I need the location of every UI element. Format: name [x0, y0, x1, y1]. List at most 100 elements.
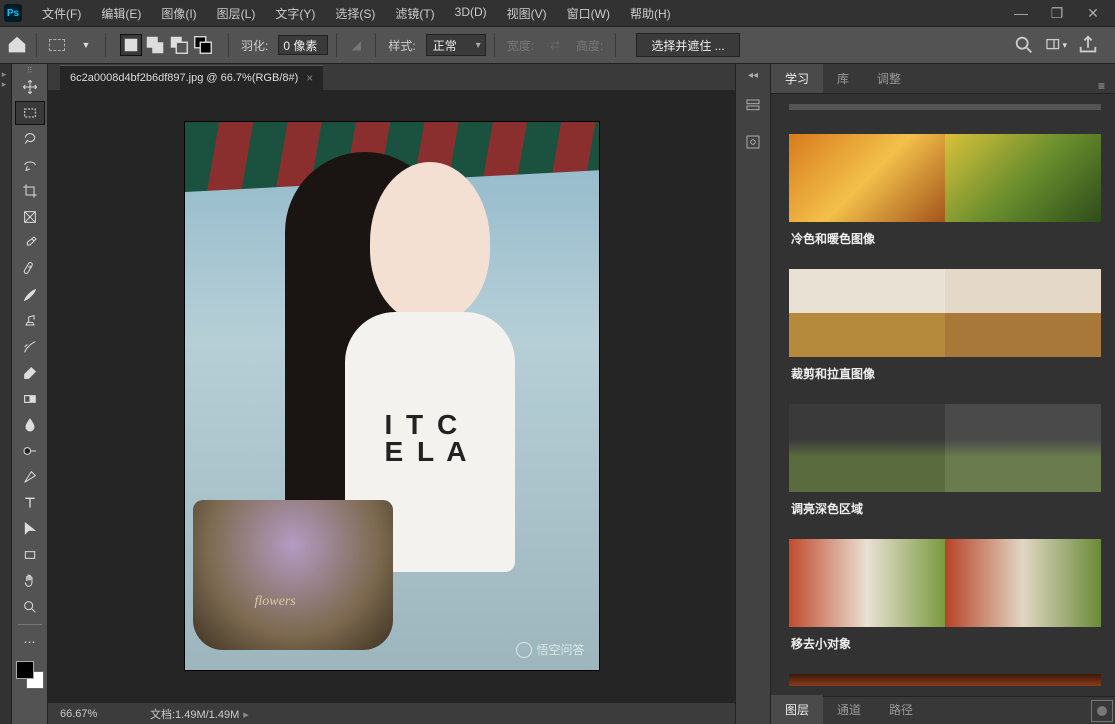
- gradient-tool[interactable]: [15, 387, 45, 411]
- learn-card[interactable]: 移去小对象: [789, 539, 1101, 660]
- pen-tool[interactable]: [15, 465, 45, 489]
- antialias-icon[interactable]: ◢: [345, 34, 367, 56]
- collapse-panels-icon[interactable]: ◂◂: [748, 70, 758, 81]
- doc-size-info[interactable]: 文档:1.49M/1.49M▸: [150, 706, 249, 722]
- type-tool[interactable]: [15, 491, 45, 515]
- app-logo: Ps: [4, 4, 22, 22]
- close-window-button[interactable]: ✕: [1075, 3, 1111, 23]
- history-brush-tool[interactable]: [15, 335, 45, 359]
- menu-view[interactable]: 视图(V): [497, 1, 557, 26]
- search-icon[interactable]: [1013, 34, 1035, 56]
- menu-window[interactable]: 窗口(W): [557, 1, 620, 26]
- menu-help[interactable]: 帮助(H): [620, 1, 681, 26]
- selection-mode-group: [114, 27, 220, 63]
- tab-layers[interactable]: 图层: [771, 695, 823, 724]
- zoom-level[interactable]: 66.67%: [60, 708, 130, 720]
- learn-card[interactable]: [789, 674, 1101, 686]
- toolbox-grip[interactable]: ⠿: [12, 66, 47, 74]
- marquee-tool[interactable]: [15, 101, 45, 125]
- learn-card[interactable]: 裁剪和拉直图像: [789, 269, 1101, 390]
- watermark: 悟空问答: [516, 641, 584, 658]
- tab-libraries[interactable]: 库: [823, 64, 863, 93]
- toolbox: ⠿ ⋯: [12, 64, 48, 724]
- chevron-down-icon[interactable]: ▼: [75, 34, 97, 56]
- tab-paths[interactable]: 路径: [875, 695, 927, 724]
- frame-tool[interactable]: [15, 205, 45, 229]
- document-tabs: 6c2a0008d4bf2b6df897.jpg @ 66.7%(RGB/8#)…: [48, 64, 735, 90]
- canvas[interactable]: I T CE L A flowers 悟空问答: [185, 122, 599, 670]
- lasso-tool[interactable]: [15, 127, 45, 151]
- height-label: 高度:: [572, 37, 607, 54]
- crop-tool[interactable]: [15, 179, 45, 203]
- dodge-tool[interactable]: [15, 439, 45, 463]
- eraser-tool[interactable]: [15, 361, 45, 385]
- main-area: ▸▸ ⠿ ⋯ 6c2a0008d4b: [0, 64, 1115, 724]
- bottom-panel-tabs: 图层 通道 路径: [771, 696, 1115, 724]
- feather-input[interactable]: [278, 35, 328, 55]
- menu-select[interactable]: 选择(S): [325, 1, 385, 26]
- canvas-viewport[interactable]: I T CE L A flowers 悟空问答: [48, 90, 735, 702]
- clone-stamp-tool[interactable]: [15, 309, 45, 333]
- select-and-mask-button[interactable]: 选择并遮住 ...: [636, 33, 739, 57]
- right-collapsed-gutter: ◂◂: [735, 64, 771, 724]
- options-bar: ▼ 羽化: ◢ 样式: 正常 宽度: ⇄ 高度: 选择并遮住 ... ▾: [0, 26, 1115, 64]
- healing-brush-tool[interactable]: [15, 257, 45, 281]
- foreground-color-swatch[interactable]: [16, 661, 34, 679]
- zoom-tool[interactable]: [15, 595, 45, 619]
- card-title: 移去小对象: [789, 627, 1101, 660]
- menubar: 文件(F) 编辑(E) 图像(I) 图层(L) 文字(Y) 选择(S) 滤镜(T…: [32, 1, 681, 26]
- intersect-selection-icon[interactable]: [192, 34, 214, 56]
- edit-toolbar-icon[interactable]: ⋯: [15, 630, 45, 654]
- gutter-expand-icon[interactable]: ▸▸: [0, 64, 10, 96]
- brush-tool[interactable]: [15, 283, 45, 307]
- tab-channels[interactable]: 通道: [823, 695, 875, 724]
- menu-layer[interactable]: 图层(L): [207, 1, 266, 26]
- menu-image[interactable]: 图像(I): [151, 1, 206, 26]
- quick-mask-icon[interactable]: [1091, 700, 1113, 722]
- card-title: 调亮深色区域: [789, 492, 1101, 525]
- status-bar: 66.67% 文档:1.49M/1.49M▸: [48, 702, 735, 724]
- move-tool[interactable]: [15, 75, 45, 99]
- learn-card[interactable]: 冷色和暖色图像: [789, 134, 1101, 255]
- learn-panel-body[interactable]: 冷色和暖色图像 裁剪和拉直图像 调亮深色区域 移去小对象: [771, 94, 1115, 696]
- share-icon[interactable]: [1077, 34, 1099, 56]
- swap-dimensions-icon: ⇄: [544, 34, 566, 56]
- panels: 学习 库 调整 ≡ 冷色和暖色图像 裁剪和拉直图像 调亮深色区域: [771, 64, 1115, 724]
- menu-3d[interactable]: 3D(D): [445, 1, 497, 26]
- properties-panel-icon[interactable]: [742, 131, 764, 153]
- history-panel-icon[interactable]: [742, 95, 764, 117]
- document-tab-title: 6c2a0008d4bf2b6df897.jpg @ 66.7%(RGB/8#): [70, 72, 298, 84]
- menu-type[interactable]: 文字(Y): [265, 1, 325, 26]
- close-tab-icon[interactable]: ×: [306, 71, 313, 85]
- marquee-tool-preset-icon[interactable]: [49, 39, 65, 51]
- menu-filter[interactable]: 滤镜(T): [385, 1, 444, 26]
- basket-label: flowers: [255, 594, 296, 610]
- menu-edit[interactable]: 编辑(E): [91, 1, 151, 26]
- style-select[interactable]: 正常: [426, 34, 486, 56]
- shape-tool[interactable]: [15, 543, 45, 567]
- card-title: 裁剪和拉直图像: [789, 357, 1101, 390]
- window-controls: — ❐ ✕: [1003, 3, 1111, 23]
- eyedropper-tool[interactable]: [15, 231, 45, 255]
- menu-file[interactable]: 文件(F): [32, 1, 91, 26]
- home-icon[interactable]: [6, 34, 28, 56]
- hand-tool[interactable]: [15, 569, 45, 593]
- left-collapsed-gutter[interactable]: ▸▸: [0, 64, 12, 724]
- new-selection-icon[interactable]: [120, 34, 142, 56]
- tab-adjustments[interactable]: 调整: [863, 64, 915, 93]
- maximize-button[interactable]: ❐: [1039, 3, 1075, 23]
- subtract-selection-icon[interactable]: [168, 34, 190, 56]
- learn-card[interactable]: 调亮深色区域: [789, 404, 1101, 525]
- workspace-icon[interactable]: ▾: [1045, 34, 1067, 56]
- add-selection-icon[interactable]: [144, 34, 166, 56]
- blur-tool[interactable]: [15, 413, 45, 437]
- right-panel-area: ◂◂ 学习 库 调整 ≡ 冷色和暖色图像 裁剪和拉直图像: [735, 64, 1115, 724]
- panel-menu-icon[interactable]: ≡: [1088, 79, 1115, 93]
- quick-select-tool[interactable]: [15, 153, 45, 177]
- color-swatches[interactable]: [16, 661, 44, 689]
- minimize-button[interactable]: —: [1003, 3, 1039, 23]
- top-panel-tabs: 学习 库 调整 ≡: [771, 64, 1115, 94]
- document-tab[interactable]: 6c2a0008d4bf2b6df897.jpg @ 66.7%(RGB/8#)…: [60, 65, 323, 90]
- path-select-tool[interactable]: [15, 517, 45, 541]
- tab-learn[interactable]: 学习: [771, 64, 823, 93]
